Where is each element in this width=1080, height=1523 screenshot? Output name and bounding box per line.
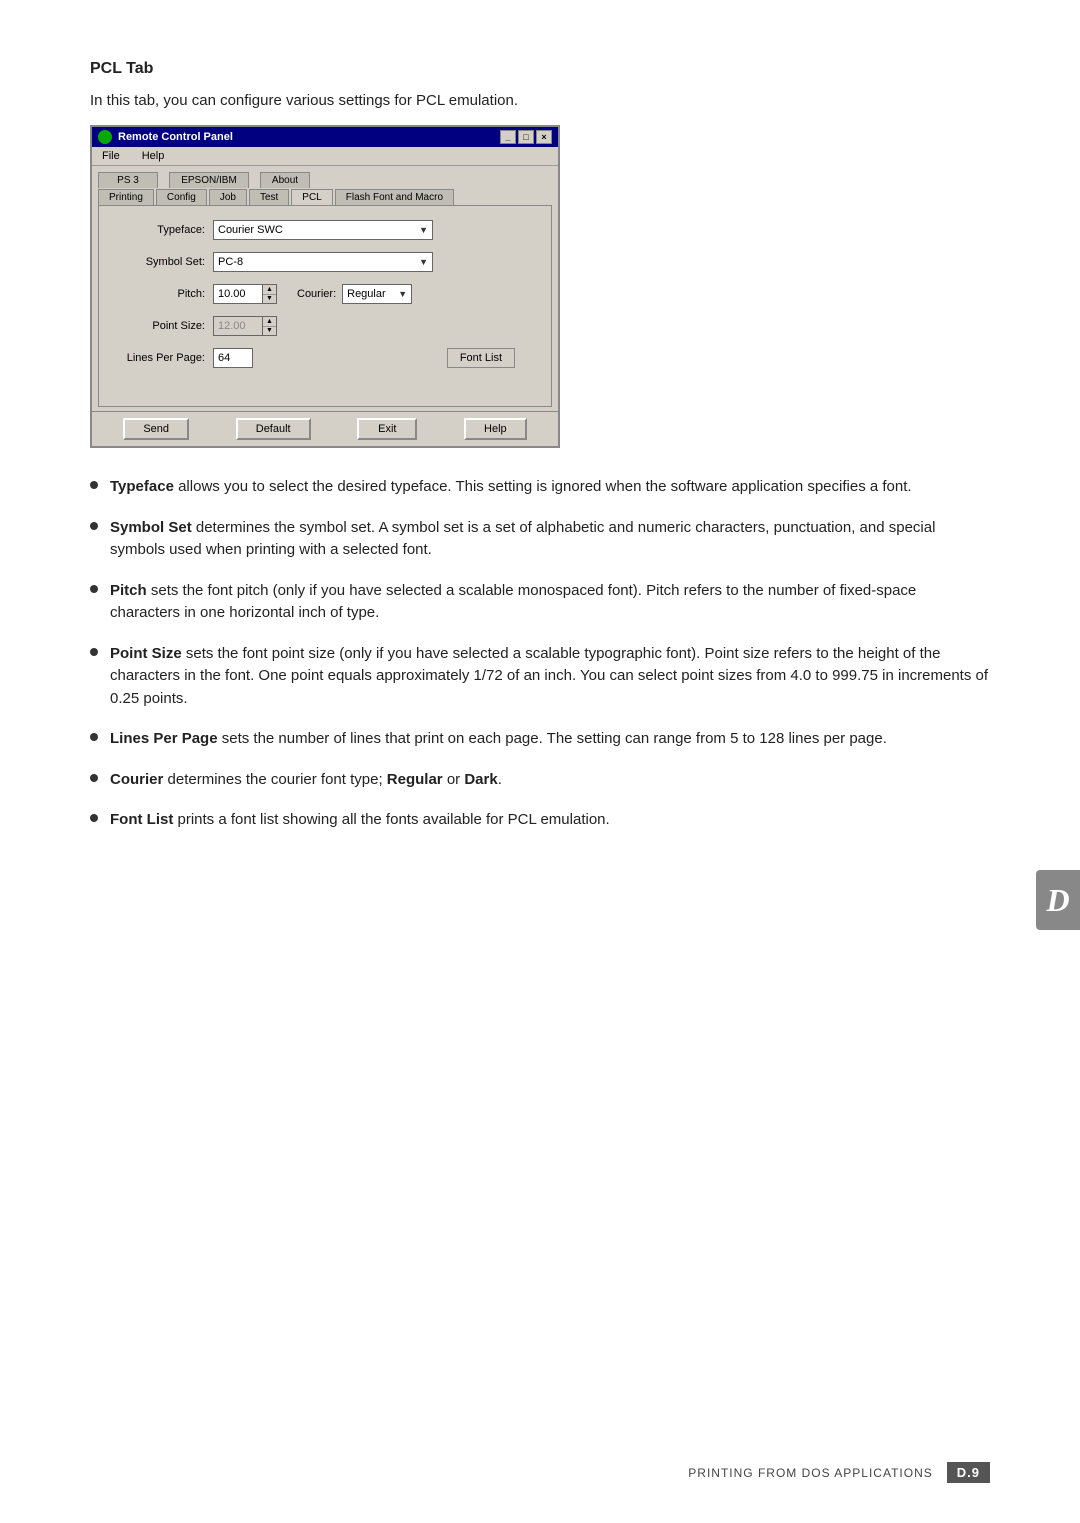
bullet-dot [90,648,98,656]
tab-config[interactable]: Config [156,189,207,205]
page-footer: Printing From DOS Applications D.9 [688,1462,990,1483]
font-list-button[interactable]: Font List [447,348,515,368]
point-size-spin-arrows[interactable]: ▲ ▼ [263,316,277,336]
section-title: PCL Tab [90,60,990,78]
tab-flash-font-macro[interactable]: Flash Font and Macro [335,189,454,205]
bullet-dot [90,733,98,741]
list-item-symbol-set: Symbol Set determines the symbol set. A … [90,517,990,562]
menu-help[interactable]: Help [138,149,169,163]
remote-control-panel-window: Remote Control Panel _ □ × File Help PS … [90,125,560,448]
typeface-row: Typeface: Courier SWC ▼ [115,220,535,240]
pitch-spin-arrows[interactable]: ▲ ▼ [263,284,277,304]
sidebar-d-tab: D [1036,870,1080,930]
tab-ps3[interactable]: PS 3 [98,172,158,188]
list-item-typeface: Typeface allows you to select the desire… [90,476,990,499]
point-size-down-arrow[interactable]: ▼ [263,327,276,336]
window-titlebar: Remote Control Panel _ □ × [92,127,558,147]
point-size-up-arrow[interactable]: ▲ [263,317,276,327]
window-title: Remote Control Panel [118,131,233,143]
pitch-label: Pitch: [115,288,205,300]
help-button[interactable]: Help [464,418,527,440]
point-size-row: Point Size: 12.00 ▲ ▼ [115,316,535,336]
point-size-spinner[interactable]: 12.00 ▲ ▼ [213,316,277,336]
tab-epson-ibm[interactable]: EPSON/IBM [169,172,249,188]
tab-printing[interactable]: Printing [98,189,154,205]
typeface-select[interactable]: Courier SWC ▼ [213,220,433,240]
pitch-input[interactable]: 10.00 [213,284,263,304]
lines-per-page-input[interactable]: 64 [213,348,253,368]
menu-bar: File Help [92,147,558,166]
minimize-button[interactable]: _ [500,130,516,144]
bullet-list: Typeface allows you to select the desire… [90,476,990,832]
footer-label: Printing From DOS Applications [688,1466,932,1480]
pitch-row: Pitch: 10.00 ▲ ▼ Courier: Regular ▼ [115,284,535,304]
symbol-set-value: PC-8 [218,256,243,268]
pitch-up-arrow[interactable]: ▲ [263,285,276,295]
list-item-lines-per-page: Lines Per Page sets the number of lines … [90,728,990,751]
list-item-point-size: Point Size sets the font point size (onl… [90,643,990,711]
tab-test[interactable]: Test [249,189,289,205]
bullet-text-symbol-set: Symbol Set determines the symbol set. A … [110,517,990,562]
list-item-font-list: Font List prints a font list showing all… [90,809,990,832]
tab-about[interactable]: About [260,172,310,188]
symbol-set-label: Symbol Set: [115,256,205,268]
exit-button[interactable]: Exit [357,418,417,440]
courier-select[interactable]: Regular ▼ [342,284,412,304]
maximize-button[interactable]: □ [518,130,534,144]
bullet-text-typeface: Typeface allows you to select the desire… [110,476,912,499]
courier-section: Courier: Regular ▼ [297,284,412,304]
point-size-label: Point Size: [115,320,205,332]
window-controls[interactable]: _ □ × [500,130,552,144]
bullet-dot [90,585,98,593]
lines-per-page-label: Lines Per Page: [115,352,205,364]
lines-per-page-value: 64 [218,352,230,364]
titlebar-left: Remote Control Panel [98,130,233,144]
window-footer: Send Default Exit Help [92,411,558,446]
intro-paragraph: In this tab, you can configure various s… [90,92,990,109]
footer-page-badge: D.9 [947,1462,990,1483]
menu-file[interactable]: File [98,149,124,163]
pitch-value: 10.00 [218,288,246,300]
tab-pcl[interactable]: PCL [291,189,332,205]
lines-per-page-row: Lines Per Page: 64 Font List [115,348,535,368]
courier-dropdown-arrow[interactable]: ▼ [398,289,407,299]
bullet-dot [90,774,98,782]
bullet-dot [90,522,98,530]
symbol-set-dropdown-arrow[interactable]: ▼ [419,257,428,267]
symbol-set-select[interactable]: PC-8 ▼ [213,252,433,272]
bullet-dot [90,814,98,822]
send-button[interactable]: Send [123,418,189,440]
point-size-input[interactable]: 12.00 [213,316,263,336]
typeface-value: Courier SWC [218,224,283,236]
typeface-dropdown-arrow[interactable]: ▼ [419,225,428,235]
courier-value: Regular [347,288,386,300]
sidebar-d-letter: D [1046,882,1069,919]
close-button[interactable]: × [536,130,552,144]
bullet-text-courier: Courier determines the courier font type… [110,769,502,792]
window-app-icon [98,130,112,144]
bullet-text-point-size: Point Size sets the font point size (onl… [110,643,990,711]
bullet-dot [90,481,98,489]
bullet-text-font-list: Font List prints a font list showing all… [110,809,610,832]
bullet-text-pitch: Pitch sets the font pitch (only if you h… [110,580,990,625]
pitch-spinner[interactable]: 10.00 ▲ ▼ [213,284,277,304]
point-size-value: 12.00 [218,320,246,332]
bullet-text-lines-per-page: Lines Per Page sets the number of lines … [110,728,887,751]
tab-job[interactable]: Job [209,189,247,205]
pitch-down-arrow[interactable]: ▼ [263,295,276,304]
typeface-label: Typeface: [115,224,205,236]
list-item-courier: Courier determines the courier font type… [90,769,990,792]
courier-label: Courier: [297,288,336,300]
symbol-set-row: Symbol Set: PC-8 ▼ [115,252,535,272]
default-button[interactable]: Default [236,418,311,440]
list-item-pitch: Pitch sets the font pitch (only if you h… [90,580,990,625]
